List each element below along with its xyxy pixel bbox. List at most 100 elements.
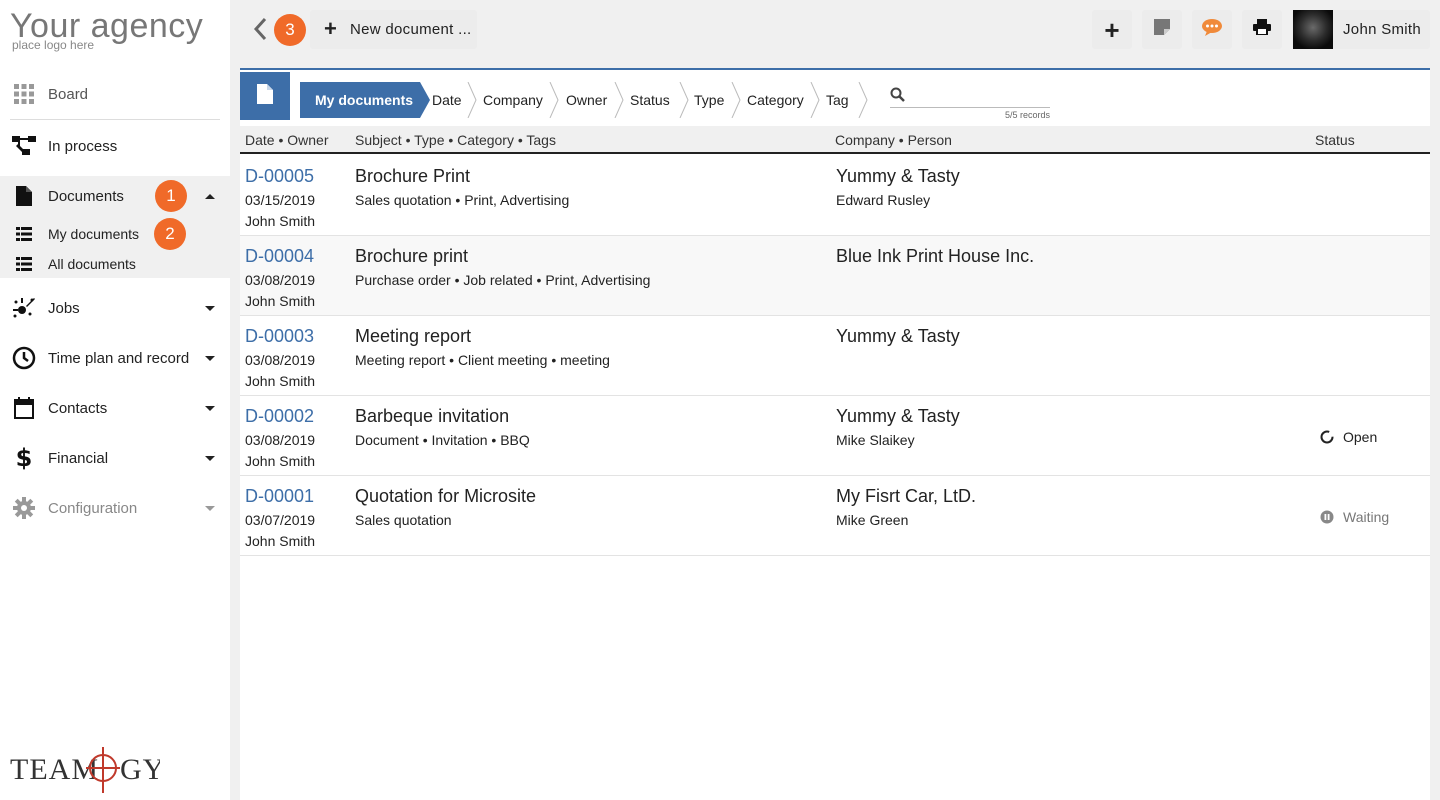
new-document-label: New document ...	[350, 21, 472, 38]
sidebar-item-contacts[interactable]: Contacts	[0, 386, 230, 430]
avatar	[1293, 10, 1333, 49]
filter-label: My documents	[315, 92, 414, 108]
chevron-right-icon	[679, 82, 689, 118]
caret-up-icon[interactable]	[205, 193, 215, 199]
grid-icon	[12, 82, 36, 106]
document-subject: Barbeque invitation	[355, 406, 510, 426]
chevron-right-icon	[614, 82, 624, 118]
caret-down-icon[interactable]	[205, 305, 215, 311]
document-owner: John Smith	[245, 373, 316, 389]
user-menu-button[interactable]: John Smith	[1292, 10, 1430, 49]
filter-label: Owner	[566, 92, 608, 108]
chevron-right-icon	[420, 82, 430, 118]
document-date: 03/08/2019	[245, 272, 316, 288]
svg-text:TEAM: TEAM	[10, 753, 99, 786]
sidebar-item-documents[interactable]: Documents 1	[0, 174, 230, 218]
chevron-right-icon	[731, 82, 741, 118]
column-header-subject[interactable]: Subject • Type • Category • Tags	[355, 132, 556, 148]
chevron-right-icon	[810, 82, 820, 118]
document-date: 03/08/2019	[245, 352, 316, 368]
filter-status[interactable]: Status	[630, 82, 670, 118]
company-name: My Fisrt Car, LtD.	[836, 486, 977, 506]
document-subject: Brochure print	[355, 246, 469, 266]
filter-category[interactable]: Category	[747, 82, 804, 118]
sidebar-item-configuration[interactable]: Configuration	[0, 486, 230, 530]
sidebar: Your agency place logo here Board In pro…	[0, 0, 230, 800]
sidebar-item-time-plan[interactable]: Time plan and record	[0, 336, 230, 380]
table-row[interactable]: D-00002 03/08/2019 John Smith Barbeque i…	[240, 396, 1430, 476]
column-header-date-owner[interactable]: Date • Owner	[245, 132, 329, 148]
sidebar-item-in-process[interactable]: In process	[0, 124, 230, 168]
company-name: Yummy & Tasty	[836, 406, 960, 426]
back-button[interactable]	[250, 16, 272, 42]
sidebar-item-financial[interactable]: $ Financial	[0, 436, 230, 480]
document-id-link[interactable]: D-00004	[245, 246, 314, 267]
document-subject: Brochure Print	[355, 166, 471, 186]
document-id-link[interactable]: D-00003	[245, 326, 314, 347]
contact-person: Edward Rusley	[836, 192, 931, 208]
sidebar-item-board[interactable]: Board	[0, 72, 230, 116]
documents-panel: My documents Date Company Owner Status T…	[240, 68, 1430, 800]
agency-logo[interactable]: Your agency place logo here	[10, 8, 203, 52]
document-date: 03/15/2019	[245, 192, 316, 208]
documents-tile[interactable]	[240, 72, 290, 120]
document-id-link[interactable]: D-00005	[245, 166, 314, 187]
chevron-right-icon	[467, 82, 477, 118]
search-input[interactable]	[890, 84, 1050, 108]
print-button[interactable]	[1242, 10, 1282, 49]
sidebar-item-label: All documents	[48, 256, 136, 272]
document-icon	[12, 184, 36, 208]
document-meta: Purchase order • Job related • Print, Ad…	[355, 272, 651, 288]
printer-icon	[1253, 19, 1271, 40]
sidebar-item-all-documents[interactable]: All documents	[0, 250, 230, 278]
sticky-note-button[interactable]	[1142, 10, 1182, 49]
chat-button[interactable]	[1192, 10, 1232, 49]
caret-down-icon[interactable]	[205, 455, 215, 461]
column-header-company[interactable]: Company • Person	[835, 132, 952, 148]
filter-company[interactable]: Company	[483, 82, 543, 118]
new-document-button[interactable]: + New document ...	[310, 10, 477, 49]
jobs-sparkle-icon	[12, 296, 36, 320]
caret-down-icon[interactable]	[205, 405, 215, 411]
filter-label: Category	[747, 92, 804, 108]
status-label: Open	[1343, 429, 1378, 445]
sidebar-item-label: Configuration	[48, 499, 138, 517]
document-id-link[interactable]: D-00001	[245, 486, 314, 507]
sidebar-item-label: Time plan and record	[48, 349, 190, 367]
company-name: Yummy & Tasty	[836, 166, 960, 186]
status-label: Waiting	[1343, 509, 1390, 525]
document-owner: John Smith	[245, 293, 316, 309]
chevron-right-icon	[549, 82, 559, 118]
sidebar-item-label: Documents	[48, 187, 124, 205]
filter-label: Company	[483, 92, 543, 108]
sidebar-item-my-documents[interactable]: My documents 2	[0, 218, 230, 250]
add-button[interactable]: +	[1092, 10, 1132, 49]
table-row[interactable]: D-00005 03/15/2019 John Smith Brochure P…	[240, 156, 1430, 236]
document-date: 03/08/2019	[245, 432, 316, 448]
document-owner: John Smith	[245, 213, 316, 229]
chevron-right-icon	[858, 82, 868, 118]
sticky-note-icon	[1154, 19, 1170, 40]
column-header-status[interactable]: Status	[1315, 132, 1355, 148]
document-id-link[interactable]: D-00002	[245, 406, 314, 427]
pause-circle-icon	[1320, 510, 1334, 524]
filter-label: Date	[432, 92, 462, 108]
caret-down-icon[interactable]	[205, 505, 215, 511]
document-meta: Document • Invitation • BBQ	[355, 432, 530, 448]
sidebar-item-jobs[interactable]: Jobs	[0, 286, 230, 330]
filter-my-documents[interactable]: My documents	[300, 82, 420, 118]
back-badge: 3	[274, 14, 306, 46]
contact-person: Mike Slaikey	[836, 432, 915, 448]
records-count: 5/5 records	[1004, 110, 1050, 120]
filter-owner[interactable]: Owner	[566, 82, 607, 118]
filter-type[interactable]: Type	[694, 82, 724, 118]
document-owner: John Smith	[245, 453, 316, 469]
company-name: Blue Ink Print House Inc.	[836, 246, 1035, 266]
table-row[interactable]: D-00004 03/08/2019 John Smith Brochure p…	[240, 236, 1430, 316]
table-row[interactable]: D-00001 03/07/2019 John Smith Quotation …	[240, 476, 1430, 556]
caret-down-icon[interactable]	[205, 355, 215, 361]
filter-tag[interactable]: Tag	[826, 82, 849, 118]
plus-icon: +	[1104, 14, 1120, 45]
filter-date[interactable]: Date	[432, 82, 462, 118]
table-row[interactable]: D-00003 03/08/2019 John Smith Meeting re…	[240, 316, 1430, 396]
